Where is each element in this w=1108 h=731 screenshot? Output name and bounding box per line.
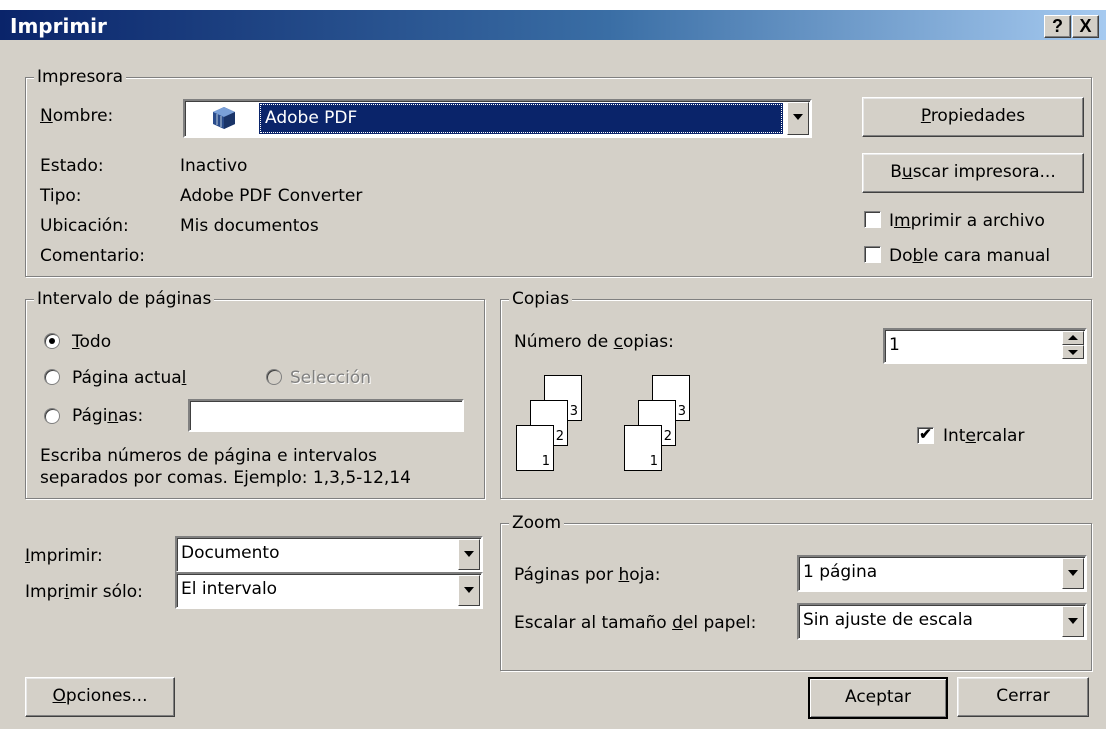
- print-only-dropdown-arrow[interactable]: [458, 575, 480, 606]
- scale-dropdown-arrow[interactable]: [1062, 606, 1084, 637]
- properties-button[interactable]: Propiedades: [862, 97, 1084, 137]
- print-only-select[interactable]: El intervalo: [175, 572, 483, 609]
- radio-current-page-label[interactable]: Página actual: [72, 368, 186, 388]
- radio-selection: [266, 369, 282, 385]
- print-only-label: Imprimir sólo:: [25, 582, 143, 602]
- print-what-label: Imprimir:: [25, 546, 103, 566]
- page-icon: 1: [624, 425, 662, 471]
- cancel-button[interactable]: Cerrar: [957, 677, 1089, 717]
- find-printer-button[interactable]: Buscar impresora...: [862, 153, 1084, 193]
- print-what-dropdown-arrow[interactable]: [458, 539, 480, 570]
- zoom-group: Zoom: [500, 513, 1092, 671]
- radio-all[interactable]: [44, 333, 60, 349]
- print-what-select[interactable]: Documento: [175, 536, 483, 573]
- copies-group-label: Copias: [509, 289, 573, 309]
- arrow-up-icon: [1068, 335, 1078, 340]
- page-icon: 1: [516, 425, 554, 471]
- radio-selection-label: Selección: [290, 368, 372, 388]
- scale-label: Escalar al tamaño del papel:: [514, 613, 757, 633]
- printer-name-highlight: Adobe PDF: [259, 103, 783, 134]
- scale-value: Sin ajuste de escala: [803, 610, 973, 630]
- status-value: Inactivo: [180, 156, 248, 176]
- window-title: Imprimir: [10, 14, 107, 38]
- print-to-file-label[interactable]: Imprimir a archivo: [889, 211, 1045, 231]
- printer-icon: [213, 107, 235, 129]
- copies-number-label: Número de copias:: [514, 332, 674, 352]
- radio-pages-label[interactable]: Páginas:: [72, 406, 143, 426]
- manual-duplex-checkbox[interactable]: [864, 246, 881, 263]
- manual-duplex-label[interactable]: Doble cara manual: [889, 246, 1050, 266]
- radio-all-label[interactable]: Todo: [72, 332, 111, 352]
- comment-label: Comentario:: [40, 246, 145, 266]
- page-range-help-2: separados por comas. Ejemplo: 1,3,5-12,1…: [40, 468, 411, 488]
- print-only-value: El intervalo: [181, 579, 278, 599]
- type-label: Tipo:: [40, 186, 82, 206]
- scale-select[interactable]: Sin ajuste de escala: [797, 603, 1087, 640]
- collate-label[interactable]: Intercalar: [943, 426, 1024, 446]
- location-value: Mis documentos: [180, 216, 319, 236]
- pages-input[interactable]: [188, 399, 464, 432]
- printer-name-label: Nombre:: [40, 106, 114, 126]
- printer-icon-area: [187, 103, 257, 134]
- print-dialog: Imprimir ? X Impresora Nombre: Adobe PDF…: [0, 10, 1106, 729]
- copies-down-button[interactable]: [1062, 345, 1084, 359]
- collate-checkbox[interactable]: ✔: [917, 427, 934, 444]
- page-range-group-label: Intervalo de páginas: [34, 289, 215, 309]
- page-range-help-1: Escriba números de página e intervalos: [40, 446, 378, 466]
- pages-per-sheet-select[interactable]: 1 página: [797, 555, 1087, 592]
- ok-button[interactable]: Aceptar: [808, 677, 948, 719]
- pages-per-sheet-dropdown-arrow[interactable]: [1062, 558, 1084, 589]
- type-value: Adobe PDF Converter: [180, 186, 363, 206]
- options-button[interactable]: Opciones...: [25, 677, 175, 717]
- copies-up-button[interactable]: [1062, 331, 1084, 345]
- status-label: Estado:: [40, 156, 104, 176]
- printer-dropdown-arrow[interactable]: [787, 102, 809, 135]
- print-to-file-checkbox[interactable]: [864, 211, 881, 228]
- title-bar[interactable]: Imprimir ? X: [0, 10, 1106, 40]
- location-label: Ubicación:: [40, 216, 129, 236]
- printer-group-label: Impresora: [34, 67, 127, 87]
- copies-value: 1: [889, 335, 900, 355]
- zoom-group-label: Zoom: [509, 513, 565, 533]
- help-button[interactable]: ?: [1044, 15, 1071, 38]
- pages-per-sheet-value: 1 página: [803, 562, 878, 582]
- radio-current-page[interactable]: [44, 369, 60, 385]
- printer-name-select[interactable]: Adobe PDF: [183, 99, 812, 138]
- radio-pages[interactable]: [44, 408, 60, 424]
- arrow-down-icon: [1068, 350, 1078, 355]
- pages-per-sheet-label: Páginas por hoja:: [514, 565, 661, 585]
- printer-name-value: Adobe PDF: [265, 108, 358, 128]
- copies-input[interactable]: 1: [883, 328, 1087, 364]
- print-what-value: Documento: [181, 543, 280, 563]
- close-window-button[interactable]: X: [1072, 15, 1099, 38]
